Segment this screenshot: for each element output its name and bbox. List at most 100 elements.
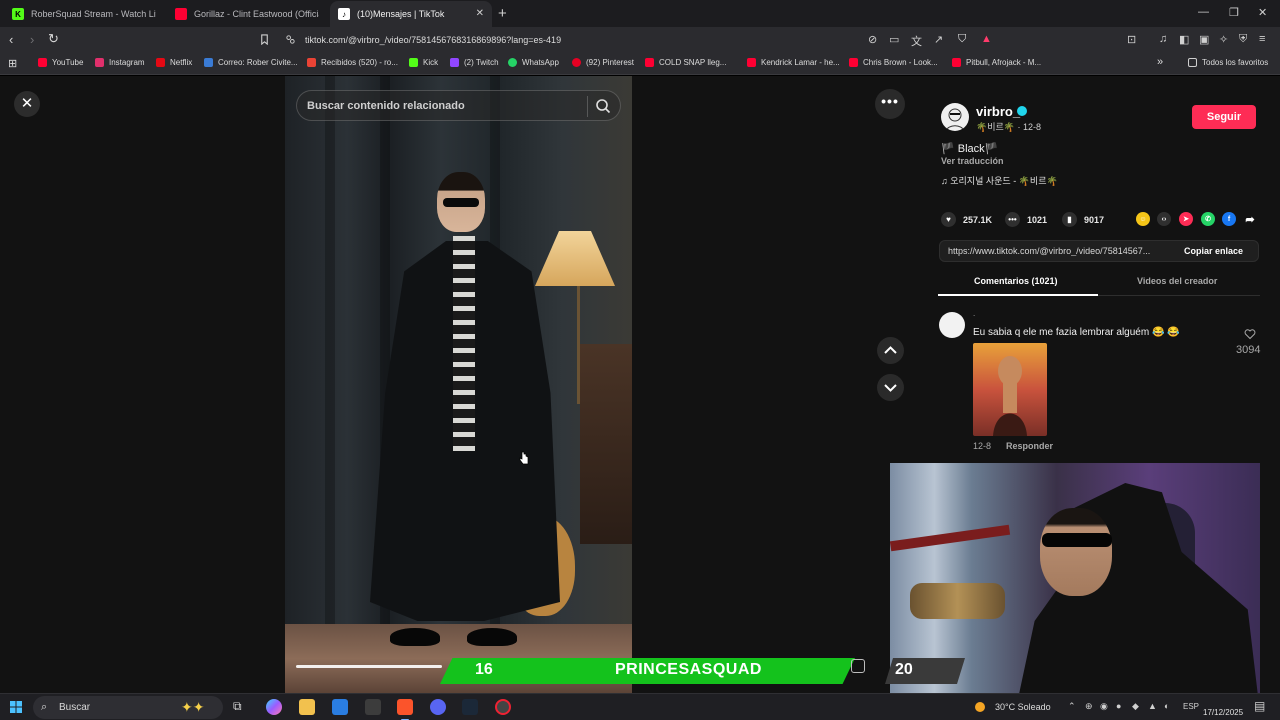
- taskbar-search[interactable]: ⌕ Buscar ✦✦: [33, 696, 223, 719]
- comment-gif[interactable]: [973, 343, 1047, 436]
- send-icon[interactable]: ➤: [1179, 212, 1193, 226]
- commenter-avatar[interactable]: [939, 312, 965, 338]
- bookmark-cold-snap[interactable]: COLD SNAP lleg...: [645, 58, 726, 67]
- comment-button[interactable]: ••• 1021: [1005, 212, 1047, 227]
- tab-creator-videos[interactable]: Videos del creador: [1137, 276, 1217, 286]
- notifications-icon[interactable]: ▤: [1254, 699, 1265, 713]
- commenter-username[interactable]: .: [973, 309, 975, 318]
- creator-username[interactable]: virbro_: [976, 104, 1020, 119]
- embed-icon[interactable]: ‹›: [1157, 212, 1171, 226]
- save-button[interactable]: ▮ 9017: [1062, 212, 1104, 227]
- no-audio-icon[interactable]: ⊘: [868, 33, 877, 46]
- back-button[interactable]: ‹: [9, 32, 13, 47]
- previous-video-button[interactable]: [877, 337, 904, 364]
- tray-app-icon[interactable]: ●: [1116, 701, 1121, 711]
- bookmark-netflix[interactable]: Netflix: [156, 58, 192, 67]
- tab-roberSquad[interactable]: K RoberSquad Stream - Watch Live: [4, 1, 164, 27]
- reload-button[interactable]: ↻: [48, 31, 59, 47]
- creator-avatar[interactable]: [941, 103, 969, 131]
- search-icon[interactable]: [593, 96, 613, 116]
- bookmark-kick[interactable]: Kick: [409, 58, 438, 67]
- close-window-button[interactable]: ✕: [1258, 6, 1267, 19]
- tab-comments[interactable]: Comentarios (1021): [974, 276, 1058, 286]
- restore-button[interactable]: ❐: [1229, 6, 1239, 19]
- translate-icon[interactable]: 文: [911, 33, 922, 49]
- video-link[interactable]: https://www.tiktok.com/@virbro_/video/75…: [948, 246, 1173, 256]
- brave-shield-icon[interactable]: ⛉: [958, 33, 966, 46]
- whatsapp-icon[interactable]: ✆: [1201, 212, 1215, 226]
- more-bookmarks-icon[interactable]: »: [1157, 56, 1163, 68]
- windows-start-icon[interactable]: [10, 701, 22, 713]
- wallet-icon[interactable]: ▣: [1199, 33, 1209, 46]
- facebook-icon[interactable]: f: [1222, 212, 1236, 226]
- bookmark-kendrick[interactable]: Kendrick Lamar - he...: [747, 58, 840, 67]
- reply-button[interactable]: Responder: [1006, 441, 1053, 451]
- epic-games-icon[interactable]: [365, 699, 381, 715]
- follow-button[interactable]: Seguir: [1192, 105, 1256, 129]
- close-tab-icon[interactable]: ✕: [476, 8, 484, 19]
- bookmark-pitbull[interactable]: Pitbull, Afrojack - M...: [952, 58, 1041, 67]
- taskbar-search-input[interactable]: Buscar: [59, 702, 90, 713]
- discord-icon[interactable]: [430, 699, 446, 715]
- taskbar-date[interactable]: 17/12/2025: [1203, 708, 1243, 717]
- tray-chevron-icon[interactable]: ⌃: [1068, 701, 1076, 712]
- more-options-button[interactable]: •••: [875, 89, 905, 119]
- video-player[interactable]: [285, 76, 632, 693]
- vpn-icon[interactable]: ⛨: [1239, 33, 1247, 46]
- close-video-button[interactable]: ✕: [14, 91, 40, 117]
- video-progress-bar[interactable]: [296, 665, 442, 668]
- task-view-icon[interactable]: ⧉: [233, 699, 249, 715]
- tray-app-icon[interactable]: ▲: [1148, 701, 1157, 711]
- creator-subtitle: 🌴비르🌴 · 12-8: [976, 122, 1041, 132]
- share-friend-icon[interactable]: ☺: [1136, 212, 1150, 226]
- menu-icon[interactable]: ≡: [1259, 33, 1265, 45]
- bookmark-chris-brown[interactable]: Chris Brown - Look...: [849, 58, 938, 67]
- file-explorer-icon[interactable]: [299, 699, 315, 715]
- bookmark-whatsapp[interactable]: WhatsApp: [508, 58, 559, 67]
- bookmark-gmail[interactable]: Recibidos (520) - ro...: [307, 58, 398, 67]
- steam-icon[interactable]: [462, 699, 478, 715]
- obs-icon[interactable]: [495, 699, 511, 715]
- bookmark-youtube[interactable]: YouTube: [38, 58, 83, 67]
- copy-link-button[interactable]: Copiar enlace: [1184, 246, 1243, 256]
- next-video-button[interactable]: [877, 374, 904, 401]
- bookmark-pinterest[interactable]: (92) Pinterest: [572, 58, 634, 67]
- tray-app-icon[interactable]: ◆: [1132, 701, 1139, 712]
- weather-widget[interactable]: 30°C Soleado: [975, 702, 1051, 712]
- site-info-icon[interactable]: [285, 34, 296, 45]
- tray-app-icon[interactable]: ◉: [1100, 701, 1108, 712]
- share-page-icon[interactable]: ↗: [934, 33, 943, 46]
- tab-tiktok[interactable]: ♪ (10)Mensajes | TikTok ✕: [330, 1, 492, 27]
- miniplayer-icon[interactable]: [851, 659, 865, 673]
- all-bookmarks[interactable]: Todos los favoritos: [1188, 58, 1268, 67]
- store-icon[interactable]: [332, 699, 348, 715]
- new-tab-button[interactable]: +: [498, 5, 507, 22]
- music-link[interactable]: ♫ 오리지널 사운드 - 🌴비르🌴: [941, 174, 1058, 187]
- bookmark-icon[interactable]: [259, 34, 270, 45]
- heart-icon[interactable]: [1244, 328, 1256, 340]
- tab-gorillaz[interactable]: Gorillaz - Clint Eastwood (Official Vide…: [167, 1, 327, 27]
- cast-icon[interactable]: ▭: [889, 33, 899, 46]
- copilot-icon[interactable]: [266, 699, 282, 715]
- apps-icon[interactable]: ⊞: [8, 57, 17, 70]
- brave-icon[interactable]: [397, 699, 413, 720]
- bookmark-twitch[interactable]: (2) Twitch: [450, 58, 499, 67]
- see-translation-link[interactable]: Ver traducción: [941, 156, 1004, 166]
- url-field[interactable]: tiktok.com/@virbro_/video/75814567683168…: [305, 35, 561, 45]
- sidebar-icon[interactable]: ◧: [1179, 33, 1189, 46]
- like-button[interactable]: ♥ 257.1K: [941, 212, 992, 227]
- forward-button[interactable]: ›: [30, 32, 34, 47]
- bookmark-instagram[interactable]: Instagram: [95, 58, 145, 67]
- brave-rewards-icon[interactable]: ▲: [981, 33, 992, 45]
- minimize-button[interactable]: —: [1198, 6, 1209, 18]
- leo-ai-icon[interactable]: ✧: [1219, 33, 1228, 46]
- media-icon[interactable]: ♫: [1159, 33, 1167, 45]
- share-arrow-icon[interactable]: ➦: [1243, 212, 1257, 226]
- screenshot-icon[interactable]: ⊡: [1127, 33, 1136, 46]
- related-search-bar[interactable]: Buscar contenido relacionado: [296, 90, 621, 121]
- related-search-input[interactable]: Buscar contenido relacionado: [307, 100, 465, 112]
- bookmark-correo[interactable]: Correo: Rober Civite...: [204, 58, 298, 67]
- tray-app-icon[interactable]: ⊕: [1085, 701, 1093, 712]
- tray-app-icon[interactable]: ◐: [1164, 701, 1169, 711]
- language-indicator[interactable]: ESP: [1183, 702, 1199, 711]
